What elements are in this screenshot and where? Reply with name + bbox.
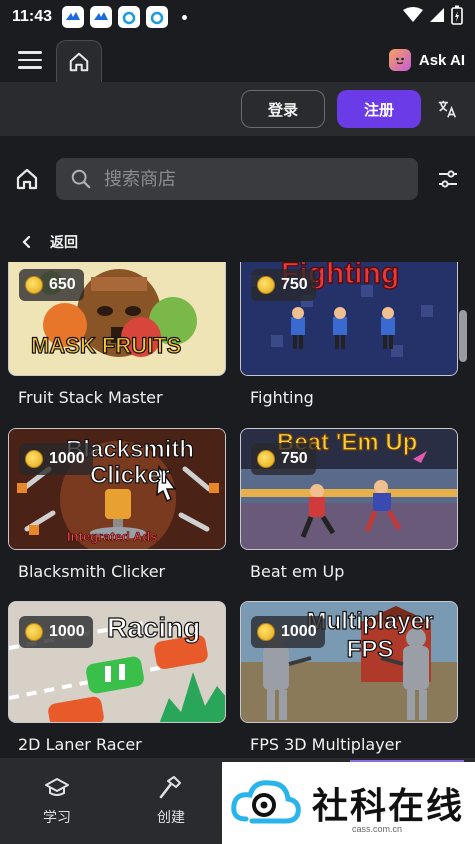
nav-create[interactable]: 创建 xyxy=(114,758,228,844)
nav-learn-label: 学习 xyxy=(43,810,71,826)
game-title: Fruit Stack Master xyxy=(18,388,163,407)
search-input[interactable] xyxy=(104,168,384,190)
status-time: 11:43 xyxy=(12,8,53,25)
menu-icon-line xyxy=(18,51,42,54)
game-thumbnail: Fighting 750 xyxy=(240,262,458,376)
game-card[interactable]: Multiplayer FPS 1000 FPS 3D Multiplayer xyxy=(240,601,458,754)
price-value: 650 xyxy=(49,276,76,293)
top-bar: Ask AI xyxy=(0,34,475,82)
game-title: Beat em Up xyxy=(250,562,345,581)
watermark-logo-icon xyxy=(231,780,301,824)
back-row[interactable]: 返回 xyxy=(0,222,475,262)
price-badge: 1000 xyxy=(19,616,93,648)
price-value: 1000 xyxy=(49,623,85,640)
cloud-app-notification-icon xyxy=(118,6,141,28)
filter-button[interactable] xyxy=(434,165,462,193)
wifi-icon xyxy=(403,7,423,27)
search-row xyxy=(0,136,475,222)
hammer-icon xyxy=(159,776,181,799)
price-badge: 650 xyxy=(19,269,84,301)
menu-icon-line xyxy=(18,58,42,62)
register-button[interactable]: 注册 xyxy=(337,90,421,128)
watermark: 社科在线 cass.com.cn xyxy=(222,762,475,844)
cloud-app-notification-icon-2 xyxy=(146,6,169,28)
ask-ai-button[interactable]: Ask AI xyxy=(388,38,465,82)
game-card[interactable]: MASK FRUITS 650 Fruit Stack Master xyxy=(8,262,226,407)
game-thumbnail: MASK FRUITS 650 xyxy=(8,262,226,376)
game-title: 2D Laner Racer xyxy=(18,735,142,754)
home-icon xyxy=(69,52,89,71)
back-label: 返回 xyxy=(50,235,78,251)
ask-ai-label: Ask AI xyxy=(418,51,465,69)
scrollbar[interactable] xyxy=(459,310,467,362)
sliders-icon xyxy=(439,170,457,188)
login-button[interactable]: 登录 xyxy=(241,90,325,128)
game-card[interactable]: Fighting 750 Fighting xyxy=(240,262,458,407)
home-icon xyxy=(16,168,38,190)
coin-icon xyxy=(25,276,43,294)
game-title: Fighting xyxy=(250,388,314,407)
auth-bar: 登录 注册 xyxy=(0,82,475,136)
integrated-ads-badge: Integrated Ads xyxy=(67,529,158,545)
coin-icon xyxy=(25,450,43,468)
ask-ai-logo-icon xyxy=(388,49,411,71)
game-title: Blacksmith Clicker xyxy=(18,562,166,581)
nav-learn[interactable]: 学习 xyxy=(0,758,114,844)
nav-create-label: 创建 xyxy=(157,810,185,826)
signal-icon xyxy=(429,7,445,27)
game-card[interactable]: Racing 1000 2D Laner Racer xyxy=(8,601,226,754)
watermark-text: 社科在线 xyxy=(312,786,465,827)
game-thumbnail: Racing 1000 xyxy=(8,601,226,723)
game-title: FPS 3D Multiplayer xyxy=(250,735,402,754)
bird-app-notification-icon-2 xyxy=(90,6,113,28)
battery-icon xyxy=(451,5,463,29)
price-badge: 1000 xyxy=(19,443,93,475)
coin-icon xyxy=(257,450,275,468)
search-icon xyxy=(71,169,91,189)
coin-icon xyxy=(257,276,275,294)
menu-icon-line xyxy=(18,66,42,69)
coin-icon xyxy=(25,623,43,641)
price-badge: 750 xyxy=(251,269,316,301)
status-bar: 11:43 xyxy=(0,0,475,34)
game-art-title: MASK FRUITS xyxy=(30,332,182,358)
price-value: 750 xyxy=(281,450,308,467)
translate-icon[interactable] xyxy=(433,95,461,123)
game-card[interactable]: Beat 'Em Up 750 Beat em Up xyxy=(240,428,458,581)
search-box[interactable] xyxy=(56,158,418,200)
price-value: 1000 xyxy=(49,450,85,467)
game-card[interactable]: Blacksmith Clicker Integrated Ads 1000 B… xyxy=(8,428,226,581)
game-grid: MASK FRUITS 650 Fruit Stack Master Fight… xyxy=(0,262,475,758)
game-art-title: Racing xyxy=(106,611,201,643)
menu-button[interactable] xyxy=(8,38,52,82)
price-badge: 1000 xyxy=(251,616,325,648)
chevron-left-icon xyxy=(22,235,31,249)
game-thumbnail: Blacksmith Clicker Integrated Ads 1000 xyxy=(8,428,226,550)
price-value: 750 xyxy=(281,276,308,293)
price-value: 1000 xyxy=(281,623,317,640)
coin-icon xyxy=(257,623,275,641)
watermark-url: cass.com.cn xyxy=(352,824,403,834)
store-home-button[interactable] xyxy=(12,164,42,194)
game-thumbnail: Beat 'Em Up 750 xyxy=(240,428,458,550)
home-tab[interactable] xyxy=(56,40,102,82)
graduation-cap-icon xyxy=(45,778,69,796)
bird-app-notification-icon xyxy=(62,6,85,28)
game-thumbnail: Multiplayer FPS 1000 xyxy=(240,601,458,723)
more-notifications-dot xyxy=(182,14,188,20)
price-badge: 750 xyxy=(251,443,316,475)
